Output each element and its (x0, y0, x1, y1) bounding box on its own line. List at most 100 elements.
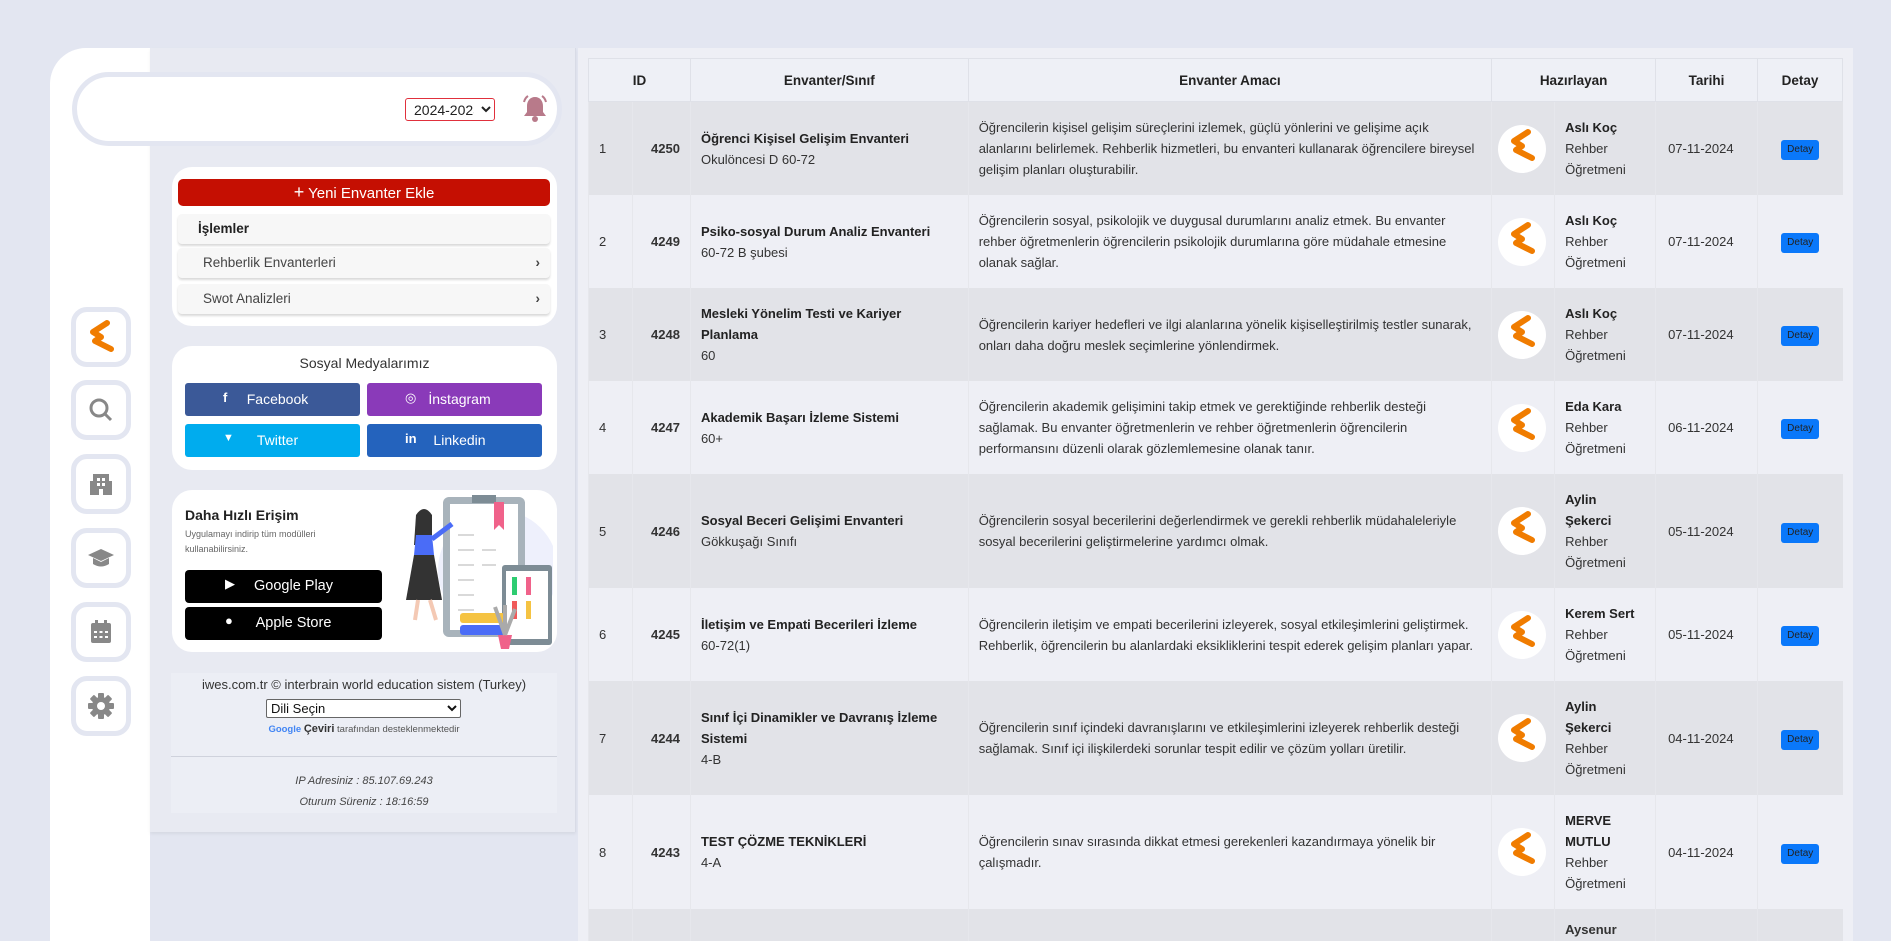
inventory-purpose: Öğrencilerin iletişim ve empati becerile… (967, 588, 1492, 681)
app-subtitle: Uygulamayı indirip tüm modülleri kullana… (185, 529, 316, 554)
inventory-date: 07-11-2024 (1655, 288, 1758, 381)
detay-button[interactable]: Detay (1781, 326, 1820, 346)
detay-button[interactable]: Detay (1781, 843, 1820, 864)
inventory-purpose: Öğrencilerin sınıf içindeki davranışları… (967, 681, 1492, 795)
table-row: 4 4247 Akademik Başarı İzleme Sistemi 60+ Öğ… (588, 381, 1843, 474)
table-row: 8 4243 TEST ÇÖZME TEKNİKLERİ 4-A Öğrencileri… (588, 795, 1843, 909)
inventory-purpose: Öğrencilerin sosyal becerilerini değerle… (967, 474, 1492, 588)
google-play-button[interactable]: ▶ Google Play (185, 570, 382, 603)
author-avatar (1498, 124, 1547, 173)
logo-icon (1506, 407, 1538, 449)
linkedin-button[interactable]: in Linkedin (367, 424, 542, 457)
inventory-class: 60+ (700, 430, 724, 446)
inventory-title: İletişim ve Empati Becerileri İzleme (700, 616, 918, 632)
detay-button[interactable]: Detay (1781, 522, 1820, 543)
table-row: 2 4249 Psiko-sosyal Durum Analiz Envanteri… (588, 195, 1843, 288)
copyright-text: iwes.com.tr © interbrain world education… (201, 677, 527, 692)
apple-store-button[interactable]: ● Apple Store (185, 607, 382, 640)
detay-button[interactable]: Detay (1781, 419, 1820, 439)
author-role: Rehber Öğretmeni (1565, 141, 1626, 177)
header-detay[interactable]: Detay (1756, 58, 1844, 102)
detay-button[interactable]: Detay (1781, 140, 1820, 160)
author-name: MERVE MUTLU (1565, 813, 1612, 849)
author-role: Rehber Öğretmeni (1565, 534, 1626, 570)
google-translate-credit[interactable]: Google Çeviri tarafından desteklenmekted… (171, 723, 557, 735)
author-role: Rehber Öğretmeni (1565, 627, 1626, 663)
new-inventory-button[interactable]: + Yeni Envanter Ekle (178, 179, 550, 206)
table-row: 7 4244 Sınıf İçi Dinamikler ve Davranış İz… (588, 681, 1843, 795)
row-number: 8 (588, 795, 633, 909)
inventory-date: 05-11-2024 (1655, 588, 1758, 681)
logo-icon (1506, 614, 1538, 656)
header-hazirlayan[interactable]: Hazırlayan (1491, 58, 1657, 102)
logo-icon (1506, 510, 1538, 552)
rail-home-button[interactable] (71, 307, 131, 367)
rail-settings-button[interactable] (71, 676, 131, 736)
detay-button[interactable]: Detay (1781, 729, 1820, 750)
apple-store-label: Apple Store (255, 615, 332, 631)
inventory-title: Sosyal Beceri Gelişimi Envanteri (700, 513, 904, 528)
inventory-class: 60 (700, 348, 716, 363)
graduation-cap-icon (88, 549, 114, 567)
inventory-purpose: Öğrencilerin kişisel gelişim süreçlerini… (967, 101, 1492, 195)
inventory-date: 05-11-2024 (1655, 474, 1758, 588)
inventory-purpose: Öğrencilerin kariyer hedefleri ve ilgi a… (967, 288, 1492, 381)
twitter-button[interactable]: ▼ Twitter (185, 424, 360, 457)
logo-icon (1506, 831, 1538, 873)
inventory-purpose: Öğrencilerin akademik gelişimini takip e… (967, 381, 1492, 474)
rail-education-button[interactable] (71, 528, 131, 588)
author-avatar (1498, 403, 1547, 452)
rail-search-button[interactable] (71, 380, 131, 440)
search-icon (89, 398, 113, 422)
author-avatar (1498, 610, 1547, 659)
social-title: Sosyal Medyalarımız (299, 355, 430, 371)
inventory-id: 4250 (631, 101, 691, 195)
detay-button[interactable]: Detay (1781, 233, 1820, 253)
instagram-button[interactable]: ◎ İnstagram (367, 383, 542, 416)
author-avatar (1498, 507, 1547, 555)
author-role: Rehber Öğretmeni (1565, 420, 1626, 456)
header-amac[interactable]: Envanter Amacı (967, 58, 1493, 102)
logo-icon (1506, 717, 1538, 759)
facebook-button[interactable]: f Facebook (185, 383, 360, 416)
logo-icon (1506, 128, 1538, 170)
translate-word: Çeviri (303, 723, 335, 735)
rail-calendar-button[interactable] (71, 602, 131, 662)
instagram-label: İnstagram (428, 391, 491, 407)
twitter-label: Twitter (256, 432, 299, 448)
author-avatar (1498, 310, 1547, 359)
inventory-id: 4249 (631, 195, 691, 288)
menu-item-rehberlik-envanterleri[interactable]: Rehberlik Envanterleri › (178, 248, 550, 278)
google-logo: Google (268, 724, 302, 735)
header-envanter[interactable]: Envanter/Sınıf (689, 58, 969, 102)
row-number: 6 (588, 588, 633, 681)
inventory-id: 4248 (631, 288, 691, 381)
facebook-label: Facebook (246, 391, 309, 407)
author-name: Aslı Koç (1565, 306, 1618, 321)
row-number: 2 (588, 195, 633, 288)
header-id[interactable]: ID (588, 58, 691, 102)
rail-building-button[interactable] (71, 454, 131, 514)
table-row: 5 4246 Sosyal Beceri Gelişimi Envanteri Gök… (588, 474, 1843, 588)
detay-button[interactable]: Detay (1781, 626, 1820, 646)
header-tarih[interactable]: Tarihi (1655, 58, 1758, 102)
author-role: Rehber Öğretmeni (1565, 327, 1626, 363)
table-row: Aysenur (588, 909, 1843, 941)
author-name: Aylin Şekerci (1565, 699, 1612, 735)
row-number: 1 (588, 101, 633, 195)
language-select[interactable]: Dili Seçin (266, 699, 461, 718)
bell-icon[interactable] (520, 94, 550, 124)
inventory-id: 4244 (631, 681, 691, 795)
menu-item-swot-analizleri[interactable]: Swot Analizleri › (178, 284, 550, 314)
session-time: Oturum Süreniz : 18:16:59 (299, 796, 429, 808)
app-title: Daha Hızlı Erişim (185, 507, 299, 523)
inventory-class: Okulöncesi D 60-72 (700, 151, 816, 167)
calendar-icon (91, 620, 111, 643)
author-name: Aslı Koç (1565, 120, 1618, 135)
table-row: 1 4250 Öğrenci Kişisel Gelişim Envanteri Ok… (588, 101, 1843, 195)
linkedin-label: Linkedin (433, 432, 486, 448)
google-play-label: Google Play (254, 578, 333, 594)
inventory-date: 04-11-2024 (1655, 681, 1758, 795)
chevron-right-icon: › (535, 255, 541, 270)
year-select[interactable]: 2024-2025 (405, 98, 495, 121)
